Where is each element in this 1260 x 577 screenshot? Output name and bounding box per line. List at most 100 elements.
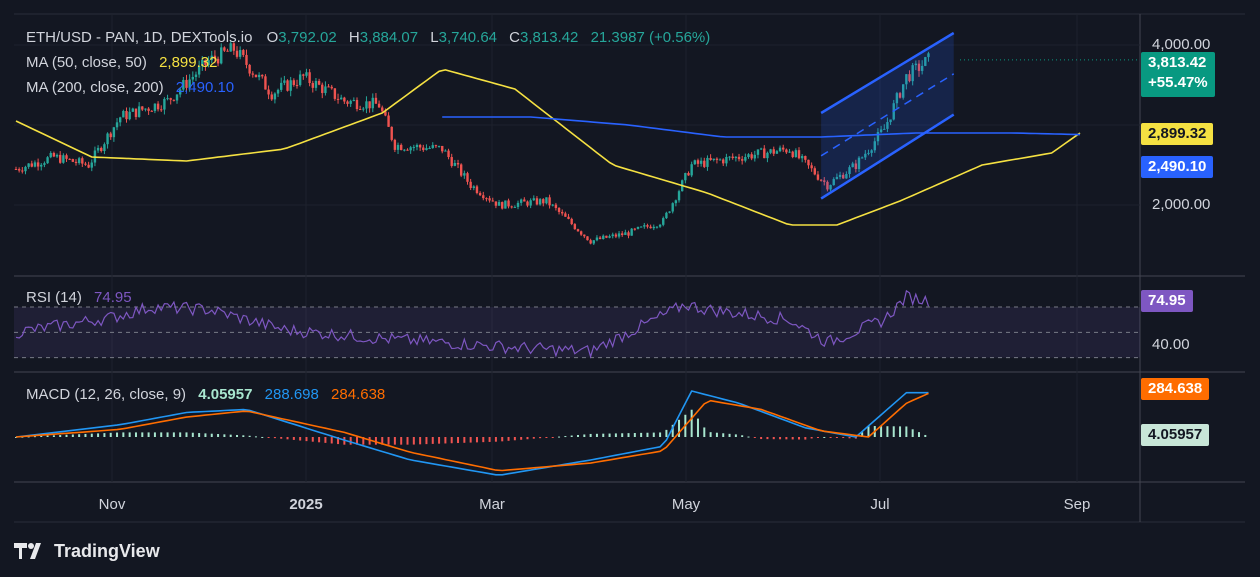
- macd-histogram-bar: [463, 437, 466, 443]
- macd-label: MACD (12, 26, close, 9): [26, 386, 187, 403]
- macd-histogram-bar: [823, 436, 826, 438]
- candle-body: [128, 111, 131, 120]
- symbol-label: ETH/USD - PAN, 1D, DEXTools.io: [26, 29, 253, 46]
- candle-body: [245, 54, 248, 65]
- candle-body: [813, 168, 816, 175]
- macd-histogram-bar: [469, 437, 472, 443]
- candle-body: [68, 158, 71, 160]
- macd-histogram-bar: [393, 437, 396, 445]
- macd-signal-value: 284.638: [331, 386, 386, 403]
- macd-histogram-bar: [210, 433, 213, 437]
- x-tick-jul: Jul: [870, 496, 890, 513]
- last-price-change: +55.47%: [1148, 74, 1208, 91]
- candle-body: [374, 97, 378, 104]
- macd-histogram-bar: [494, 437, 497, 442]
- macd-histogram-bar: [753, 437, 756, 438]
- candle-body: [529, 200, 532, 206]
- macd-histogram-bar: [734, 434, 737, 437]
- ma200-price-tag: 2,490.10: [1141, 156, 1214, 178]
- candle-body: [699, 160, 703, 164]
- candle-body: [362, 108, 365, 110]
- macd-histogram-bar: [236, 434, 239, 437]
- candle-body: [166, 98, 169, 100]
- tradingview-icon: [14, 543, 41, 559]
- macd-histogram-bar: [741, 435, 744, 437]
- macd-legend[interactable]: MACD (12, 26, close, 9) 4.05957 288.698 …: [26, 386, 385, 403]
- candle-body: [393, 139, 397, 150]
- candle-body: [459, 164, 463, 176]
- candle-body: [428, 147, 431, 149]
- macd-histogram-bar: [261, 436, 264, 438]
- candle-body: [491, 200, 494, 202]
- macd-histogram-bar: [217, 434, 220, 437]
- candle-body: [639, 226, 643, 228]
- candle-body: [756, 149, 760, 155]
- rsi-legend[interactable]: RSI (14) 74.95: [26, 289, 132, 306]
- candle-body: [447, 150, 450, 158]
- candle-body: [169, 98, 172, 100]
- macd-histogram-bar: [627, 433, 630, 437]
- tradingview-logo[interactable]: TradingView: [14, 540, 160, 562]
- macd-histogram-bar: [545, 437, 548, 438]
- macd-histogram-bar: [595, 433, 598, 437]
- candle-body: [352, 99, 356, 101]
- candle-body: [289, 80, 292, 91]
- x-tick-may: May: [671, 496, 701, 513]
- macd-histogram-bar: [696, 418, 699, 437]
- candle-body: [791, 151, 794, 158]
- candle-body: [785, 149, 788, 153]
- macd-histogram-bar: [640, 432, 643, 437]
- candle-body: [144, 108, 147, 110]
- macd-histogram-bar: [103, 433, 106, 437]
- candle-body: [478, 193, 482, 196]
- ma200-legend[interactable]: MA (200, close, 200) 2,490.10: [26, 79, 234, 96]
- macd-histogram-bar: [318, 437, 321, 443]
- high-value: 3,884.07: [359, 29, 419, 46]
- candle-body: [437, 145, 441, 147]
- macd-histogram-bar: [374, 437, 377, 445]
- candle-body: [390, 126, 393, 140]
- macd-histogram-bar: [299, 437, 302, 441]
- candle-body: [65, 155, 68, 159]
- candle-body: [627, 232, 630, 236]
- macd-histogram-bar: [570, 435, 573, 437]
- macd-histogram-bar: [886, 426, 889, 437]
- candle-body: [722, 159, 725, 164]
- candle-body: [292, 80, 296, 85]
- macd-histogram-bar: [722, 433, 725, 437]
- macd-histogram-bar: [551, 437, 554, 438]
- candle-body: [586, 236, 589, 241]
- candle-body: [636, 226, 640, 229]
- macd-histogram-bar: [153, 432, 156, 437]
- macd-histogram-bar: [766, 437, 769, 440]
- candle-body: [33, 162, 37, 167]
- candle-body: [769, 149, 772, 153]
- low-value: 3,740.64: [438, 29, 497, 46]
- candle-body: [677, 191, 681, 201]
- candle-body: [30, 163, 33, 167]
- candle-body: [687, 173, 690, 176]
- candle-body: [118, 117, 122, 123]
- candle-body: [137, 106, 141, 117]
- rsi-label: RSI (14): [26, 289, 82, 306]
- candle-body: [147, 108, 150, 111]
- macd-histogram-bar: [223, 434, 226, 437]
- candle-body: [52, 152, 56, 157]
- candle-body: [602, 235, 605, 239]
- candle-body: [548, 197, 551, 206]
- candle-body: [576, 229, 580, 232]
- macd-histogram-bar: [147, 432, 150, 437]
- candle-body: [608, 236, 611, 238]
- macd-histogram-bar: [267, 437, 270, 438]
- macd-histogram-bar: [690, 409, 693, 437]
- ma50-legend[interactable]: MA (50, close, 50) 2,899.32: [26, 54, 217, 71]
- candle-body: [125, 110, 128, 120]
- ma200-label: MA (200, close, 200): [26, 79, 164, 96]
- candle-body: [308, 72, 311, 84]
- macd-line-value: 288.698: [264, 386, 319, 403]
- candle-body: [510, 206, 513, 208]
- candle-body: [355, 99, 359, 110]
- candle-body: [797, 150, 801, 159]
- candle-body: [646, 225, 649, 227]
- candle-body: [810, 165, 813, 169]
